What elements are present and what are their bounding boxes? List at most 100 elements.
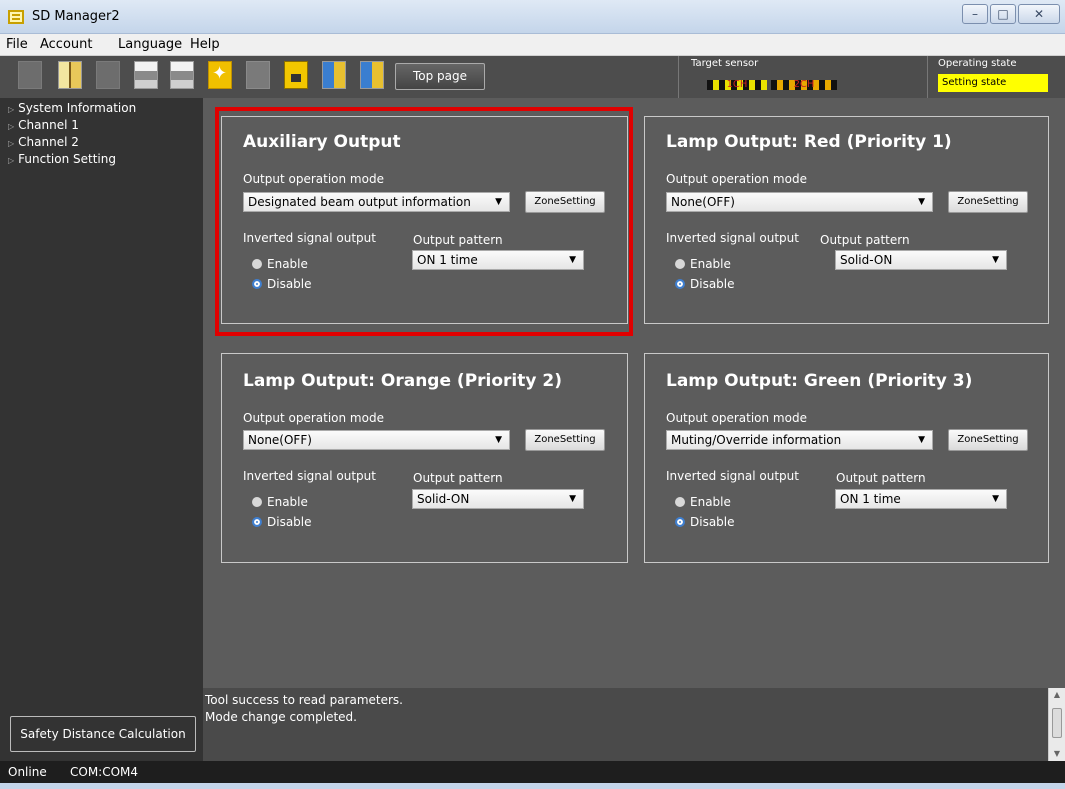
chevron-down-icon: ▼ <box>495 435 502 445</box>
scroll-down-icon[interactable]: ▼ <box>1049 747 1065 761</box>
sidebar-item-channel-2[interactable]: ▷ Channel 2 <box>8 135 79 149</box>
chevron-down-icon: ▼ <box>918 197 925 207</box>
app-icon <box>8 10 24 24</box>
radio-off-icon <box>675 497 685 507</box>
disable-label: Disable <box>690 515 735 529</box>
radio-on-icon <box>675 279 685 289</box>
disable-label: Disable <box>267 515 312 529</box>
port-status: COM:COM4 <box>70 765 139 779</box>
zone-setting-button[interactable]: ZoneSetting <box>525 429 605 451</box>
maximize-button[interactable]: □ <box>990 4 1016 24</box>
output-mode-label: Output operation mode <box>666 411 807 425</box>
history-icon[interactable] <box>360 61 384 89</box>
expand-icon: ▷ <box>8 156 15 165</box>
zone-setting-button[interactable]: ZoneSetting <box>948 191 1028 213</box>
radio-on-icon <box>675 517 685 527</box>
setting-wizard-icon[interactable] <box>208 61 232 89</box>
close-button[interactable]: ✕ <box>1018 4 1060 24</box>
sidebar-item-channel-1[interactable]: ▷ Channel 1 <box>8 118 79 132</box>
enable-radio[interactable]: Enable <box>675 257 731 271</box>
output-mode-select[interactable]: None(OFF) ▼ <box>243 430 510 450</box>
output-pattern-value: ON 1 time <box>840 492 901 506</box>
inverted-signal-label: Inverted signal output <box>243 469 376 483</box>
radio-off-icon <box>252 497 262 507</box>
title-bar: SD Manager2 – □ ✕ <box>0 0 1065 34</box>
radio-on-icon <box>252 517 262 527</box>
disable-radio[interactable]: Disable <box>675 277 735 291</box>
output-pattern-label: Output pattern <box>413 471 503 485</box>
message-log: Tool success to read parameters. Mode ch… <box>203 688 1048 761</box>
output-mode-select[interactable]: Muting/Override information ▼ <box>666 430 933 450</box>
panel-title: Lamp Output: Red (Priority 1) <box>666 132 952 152</box>
top-page-button[interactable]: Top page <box>395 63 485 90</box>
enable-label: Enable <box>267 495 308 509</box>
output-pattern-value: Solid-ON <box>840 253 893 267</box>
menu-language[interactable]: Language <box>118 37 182 52</box>
operating-state-value: Setting state <box>938 74 1048 92</box>
log-line: Mode change completed. <box>205 710 357 724</box>
panel-title: Lamp Output: Green (Priority 3) <box>666 371 973 391</box>
output-mode-value: None(OFF) <box>671 195 735 209</box>
minimize-button[interactable]: – <box>962 4 988 24</box>
output-mode-label: Output operation mode <box>666 172 807 186</box>
monitor-icon[interactable] <box>322 61 346 89</box>
output-pattern-select[interactable]: Solid-ON ▼ <box>412 489 584 509</box>
menu-bar: File Account Language Help <box>0 34 1065 56</box>
expand-icon: ▷ <box>8 122 15 131</box>
enable-radio[interactable]: Enable <box>675 495 731 509</box>
log-scrollbar[interactable]: ▲ ▼ <box>1048 688 1065 761</box>
chevron-down-icon: ▼ <box>569 494 576 504</box>
enable-radio[interactable]: Enable <box>252 495 308 509</box>
enable-label: Enable <box>690 257 731 271</box>
output-mode-value: Muting/Override information <box>671 433 842 447</box>
sidebar-item-label: Function Setting <box>18 152 116 166</box>
print-icon[interactable] <box>170 61 194 89</box>
sidebar-item-system-information[interactable]: ▷ System Information <box>8 101 136 115</box>
inverted-signal-label: Inverted signal output <box>666 469 799 483</box>
menu-help[interactable]: Help <box>190 37 220 52</box>
output-pattern-select[interactable]: Solid-ON ▼ <box>835 250 1007 270</box>
key-icon[interactable] <box>246 61 270 89</box>
scroll-thumb[interactable] <box>1052 708 1062 738</box>
sensor-indicator: 1CH 2CH <box>707 80 847 90</box>
connect-icon[interactable] <box>96 61 120 89</box>
status-bar: Online COM:COM4 <box>0 761 1065 783</box>
lock-icon[interactable] <box>284 61 308 89</box>
sidebar-item-label: Channel 2 <box>18 135 79 149</box>
scroll-up-icon[interactable]: ▲ <box>1049 688 1065 702</box>
disable-radio[interactable]: Disable <box>675 515 735 529</box>
inverted-signal-label: Inverted signal output <box>666 231 799 245</box>
channel-1-indicator: 1CH <box>707 80 767 90</box>
new-file-icon[interactable] <box>18 61 42 89</box>
connection-status: Online <box>8 765 47 779</box>
chevron-down-icon: ▼ <box>992 255 999 265</box>
disable-radio[interactable]: Disable <box>252 515 312 529</box>
radio-off-icon <box>675 259 685 269</box>
output-pattern-label: Output pattern <box>820 233 910 247</box>
output-pattern-select[interactable]: ON 1 time ▼ <box>835 489 1007 509</box>
log-line: Tool success to read parameters. <box>205 693 403 707</box>
operating-state-label: Operating state <box>938 58 1017 69</box>
chevron-down-icon: ▼ <box>918 435 925 445</box>
target-sensor-label: Target sensor <box>691 58 759 69</box>
sidebar: ▷ System Information ▷ Channel 1 ▷ Channel … <box>0 98 203 761</box>
output-pattern-label: Output pattern <box>836 471 926 485</box>
menu-account[interactable]: Account <box>40 37 93 52</box>
output-mode-select[interactable]: None(OFF) ▼ <box>666 192 933 212</box>
target-sensor: Target sensor 1CH 2CH <box>678 56 925 98</box>
safety-distance-calculation-button[interactable]: Safety Distance Calculation <box>10 716 196 752</box>
output-mode-value: None(OFF) <box>248 433 312 447</box>
lamp-output-green-panel: Lamp Output: Green (Priority 3) Output o… <box>644 353 1049 563</box>
chevron-down-icon: ▼ <box>992 494 999 504</box>
window-title: SD Manager2 <box>32 9 120 24</box>
save-icon[interactable] <box>134 61 158 89</box>
menu-file[interactable]: File <box>6 37 28 52</box>
enable-label: Enable <box>690 495 731 509</box>
zone-setting-button[interactable]: ZoneSetting <box>948 429 1028 451</box>
output-mode-label: Output operation mode <box>243 411 384 425</box>
highlight-frame <box>215 107 633 336</box>
sidebar-item-function-setting[interactable]: ▷ Function Setting <box>8 152 116 166</box>
sidebar-item-label: System Information <box>18 101 137 115</box>
channel-2-indicator: 2CH <box>771 80 837 90</box>
open-book-icon[interactable] <box>58 61 82 89</box>
